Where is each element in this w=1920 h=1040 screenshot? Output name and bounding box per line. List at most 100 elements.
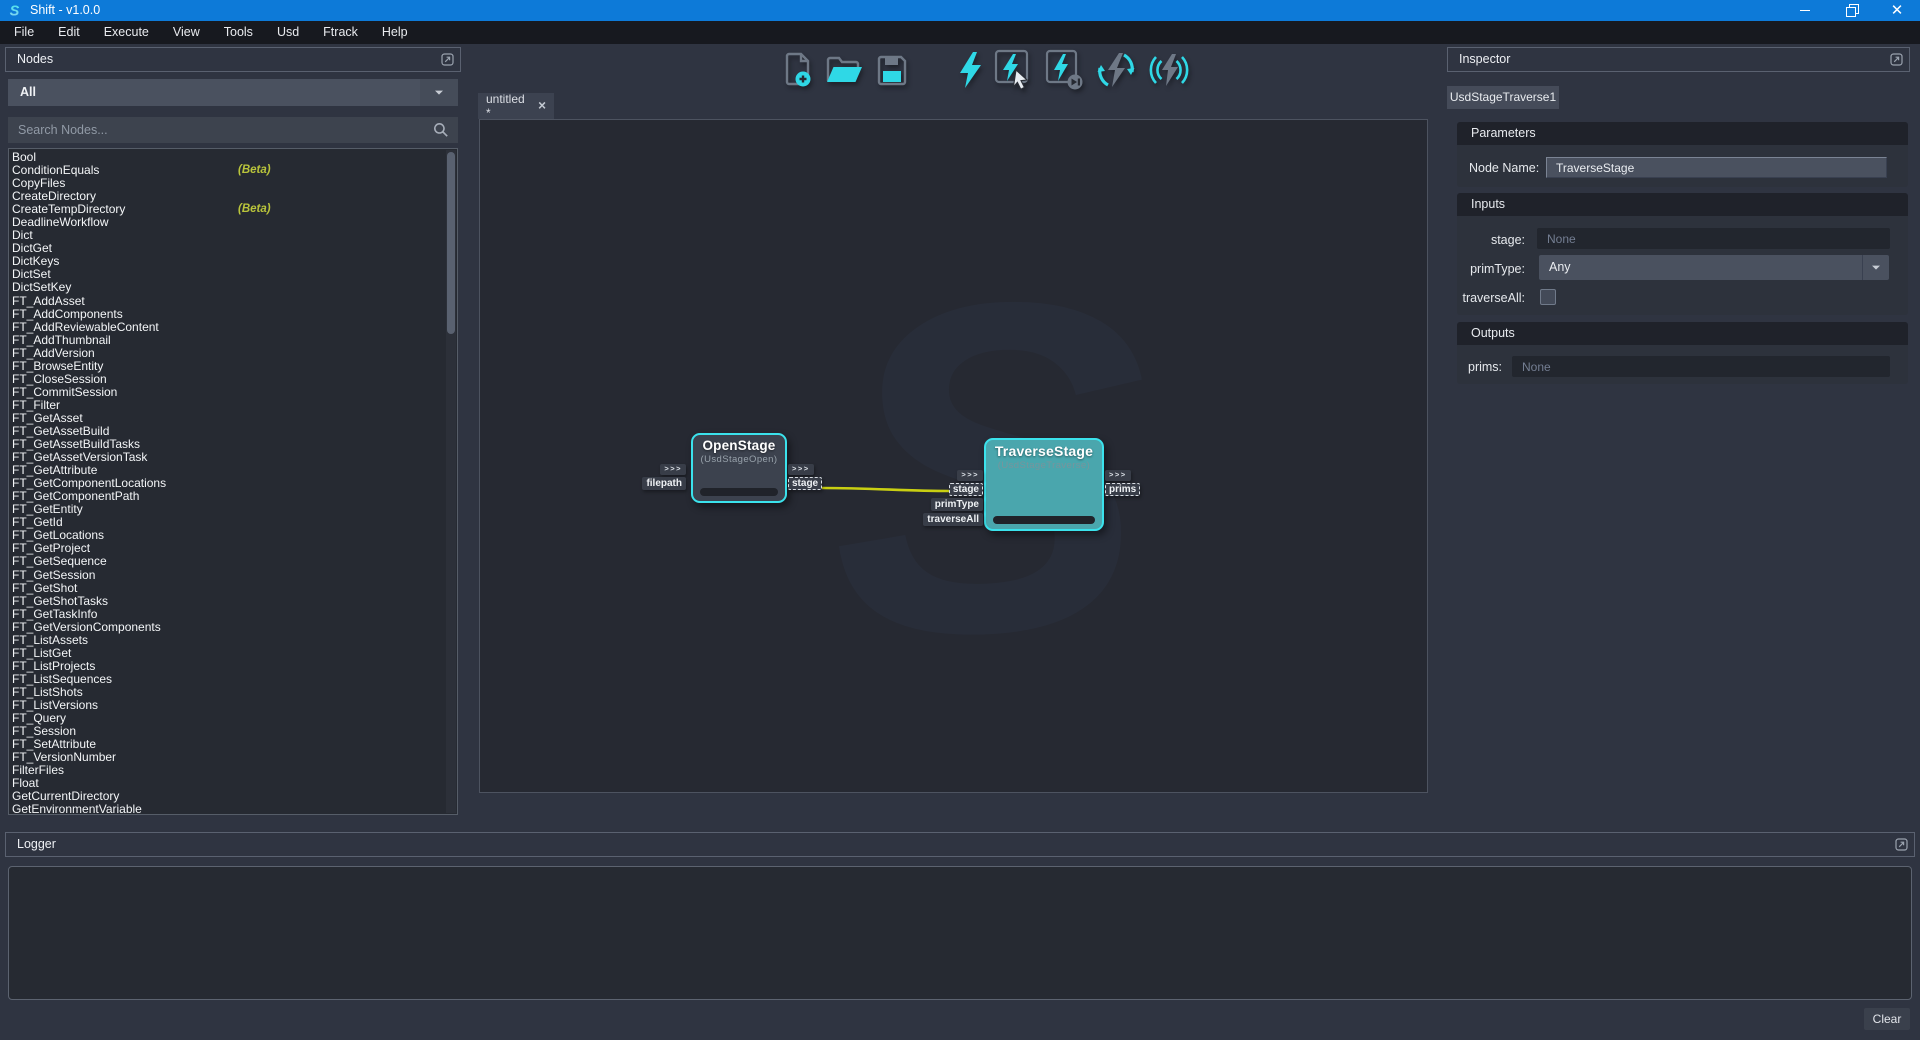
graph-node-traversestage[interactable]: TraverseStage (UsdStageTraverse) >>>stag… bbox=[984, 438, 1104, 531]
inspected-node-tab[interactable]: UsdStageTraverse1 bbox=[1447, 86, 1559, 109]
output-ports: >>> stage bbox=[788, 464, 822, 490]
node-type-name: FT_CommitSession bbox=[12, 385, 117, 399]
chevron-down-icon bbox=[435, 90, 443, 98]
prims-field[interactable] bbox=[1512, 356, 1890, 377]
list-item[interactable]: FT_CommitSession bbox=[12, 386, 445, 399]
logger-output[interactable] bbox=[8, 866, 1912, 1000]
open-graph-icon[interactable] bbox=[824, 52, 864, 88]
scrollbar-thumb[interactable] bbox=[447, 152, 455, 334]
list-item[interactable]: ConditionEquals (Beta) bbox=[12, 164, 445, 177]
list-item[interactable]: Dict bbox=[12, 229, 445, 242]
node-subtitle: (UsdStageOpen) bbox=[693, 454, 785, 465]
close-icon: ✕ bbox=[1891, 3, 1904, 18]
menu-item-help[interactable]: Help bbox=[370, 21, 420, 44]
list-item[interactable]: FT_ListVersions bbox=[12, 699, 445, 712]
menu-item-ftrack[interactable]: Ftrack bbox=[311, 21, 370, 44]
list-item[interactable]: FT_GetEntity bbox=[12, 503, 445, 516]
popout-icon[interactable] bbox=[441, 53, 454, 66]
node-name-label: Node Name: bbox=[1469, 161, 1539, 175]
menu-item-file[interactable]: File bbox=[2, 21, 46, 44]
node-title: TraverseStage bbox=[986, 443, 1102, 459]
input-port[interactable]: >>> bbox=[660, 464, 686, 475]
node-type-name: FilterFiles bbox=[12, 763, 64, 777]
save-graph-icon[interactable] bbox=[875, 52, 909, 88]
node-type-name: FT_GetAssetBuildTasks bbox=[12, 437, 140, 451]
output-port[interactable]: >>> bbox=[788, 464, 814, 475]
node-filter-dropdown[interactable]: All bbox=[8, 79, 458, 106]
node-body[interactable]: TraverseStage (UsdStageTraverse) bbox=[984, 438, 1104, 531]
traverseall-checkbox[interactable] bbox=[1540, 289, 1556, 305]
list-item[interactable]: FT_VersionNumber bbox=[12, 751, 445, 764]
nodes-panel-title: Nodes bbox=[17, 52, 53, 66]
node-type-name: FT_Filter bbox=[12, 398, 60, 412]
node-graph-canvas[interactable]: S OpenStage (UsdStageOpen) >>>filepath >… bbox=[479, 119, 1428, 793]
list-item[interactable]: DeadlineWorkflow bbox=[12, 216, 445, 229]
stage-field[interactable] bbox=[1537, 228, 1890, 249]
list-item[interactable]: FilterFiles bbox=[12, 764, 445, 777]
search-input[interactable] bbox=[8, 117, 418, 143]
menu-item-usd[interactable]: Usd bbox=[265, 21, 311, 44]
node-body[interactable]: OpenStage (UsdStageOpen) bbox=[691, 433, 787, 503]
node-type-name: FT_Query bbox=[12, 711, 66, 725]
list-item[interactable]: FT_Query bbox=[12, 712, 445, 725]
node-type-name: DictKeys bbox=[12, 254, 59, 268]
primtype-value: Any bbox=[1549, 255, 1571, 280]
input-port[interactable]: primType bbox=[931, 498, 983, 511]
menu-item-edit[interactable]: Edit bbox=[46, 21, 92, 44]
node-subtitle: (UsdStageTraverse) bbox=[986, 460, 1102, 471]
graph-tab[interactable]: untitled * × bbox=[478, 93, 554, 119]
node-type-name: FT_GetAssetVersionTask bbox=[12, 450, 147, 464]
list-item[interactable]: DictKeys bbox=[12, 255, 445, 268]
primtype-dropdown-arrow[interactable] bbox=[1862, 255, 1889, 280]
logger-title: Logger bbox=[17, 837, 56, 851]
primtype-dropdown[interactable]: Any bbox=[1539, 255, 1889, 280]
menu-item-execute[interactable]: Execute bbox=[92, 21, 161, 44]
tab-close-icon[interactable]: × bbox=[538, 100, 546, 112]
menu-item-tools[interactable]: Tools bbox=[212, 21, 265, 44]
list-item[interactable]: GetEnvironmentVariable bbox=[12, 803, 445, 815]
popout-icon[interactable] bbox=[1895, 838, 1908, 851]
logger-panel-header: Logger bbox=[5, 832, 1915, 857]
list-item[interactable]: FT_ListAssets bbox=[12, 634, 445, 647]
node-type-name: CreateDirectory bbox=[12, 189, 96, 203]
search-icon bbox=[433, 122, 449, 138]
reset-execute-icon[interactable] bbox=[1096, 50, 1136, 90]
input-port[interactable]: filepath bbox=[642, 477, 686, 490]
node-type-name: FT_AddAsset bbox=[12, 294, 85, 308]
node-type-name: FT_ListShots bbox=[12, 685, 83, 699]
menu-item-view[interactable]: View bbox=[161, 21, 212, 44]
inputs-section: Inputs stage: primType: Any traverseAll: bbox=[1457, 193, 1908, 315]
output-port[interactable]: prims bbox=[1105, 483, 1140, 496]
node-type-name: FT_BrowseEntity bbox=[12, 359, 103, 373]
close-button[interactable]: ✕ bbox=[1874, 0, 1920, 21]
list-item[interactable]: DictGet bbox=[12, 242, 445, 255]
execute-up-to-selected-icon[interactable] bbox=[1045, 49, 1085, 91]
input-port[interactable]: traverseAll bbox=[923, 513, 983, 526]
execute-graph-icon[interactable] bbox=[958, 51, 983, 89]
node-name-field[interactable] bbox=[1546, 157, 1887, 178]
restore-button[interactable] bbox=[1828, 0, 1874, 21]
node-type-name: FT_GetAsset bbox=[12, 411, 83, 425]
node-type-name: FT_GetProject bbox=[12, 541, 90, 555]
live-execution-icon[interactable] bbox=[1147, 50, 1191, 90]
connection-wire bbox=[480, 120, 1427, 792]
output-port[interactable]: >>> bbox=[1105, 470, 1131, 481]
execute-selected-icon[interactable] bbox=[994, 49, 1034, 91]
node-filter-arrow[interactable] bbox=[420, 79, 458, 106]
input-ports: >>> filepath bbox=[642, 464, 686, 490]
output-ports: >>> prims bbox=[1105, 470, 1140, 496]
parameters-section-header: Parameters bbox=[1457, 122, 1908, 145]
beta-badge: (Beta) bbox=[238, 164, 271, 177]
input-port[interactable]: stage bbox=[949, 483, 983, 496]
graph-node-openstage[interactable]: OpenStage (UsdStageOpen) >>>filepath >>>… bbox=[691, 433, 787, 503]
node-list-scrollbar[interactable] bbox=[446, 150, 456, 813]
node-filter-value: All bbox=[20, 79, 36, 106]
minimize-button[interactable] bbox=[1782, 0, 1828, 21]
input-port[interactable]: >>> bbox=[957, 470, 983, 481]
list-item[interactable]: DictSet bbox=[12, 268, 445, 281]
node-type-name: FT_GetAttribute bbox=[12, 463, 97, 477]
output-port[interactable]: stage bbox=[788, 477, 822, 490]
clear-logger-button[interactable]: Clear bbox=[1864, 1008, 1910, 1030]
popout-icon[interactable] bbox=[1890, 53, 1903, 66]
new-graph-icon[interactable] bbox=[783, 51, 813, 89]
